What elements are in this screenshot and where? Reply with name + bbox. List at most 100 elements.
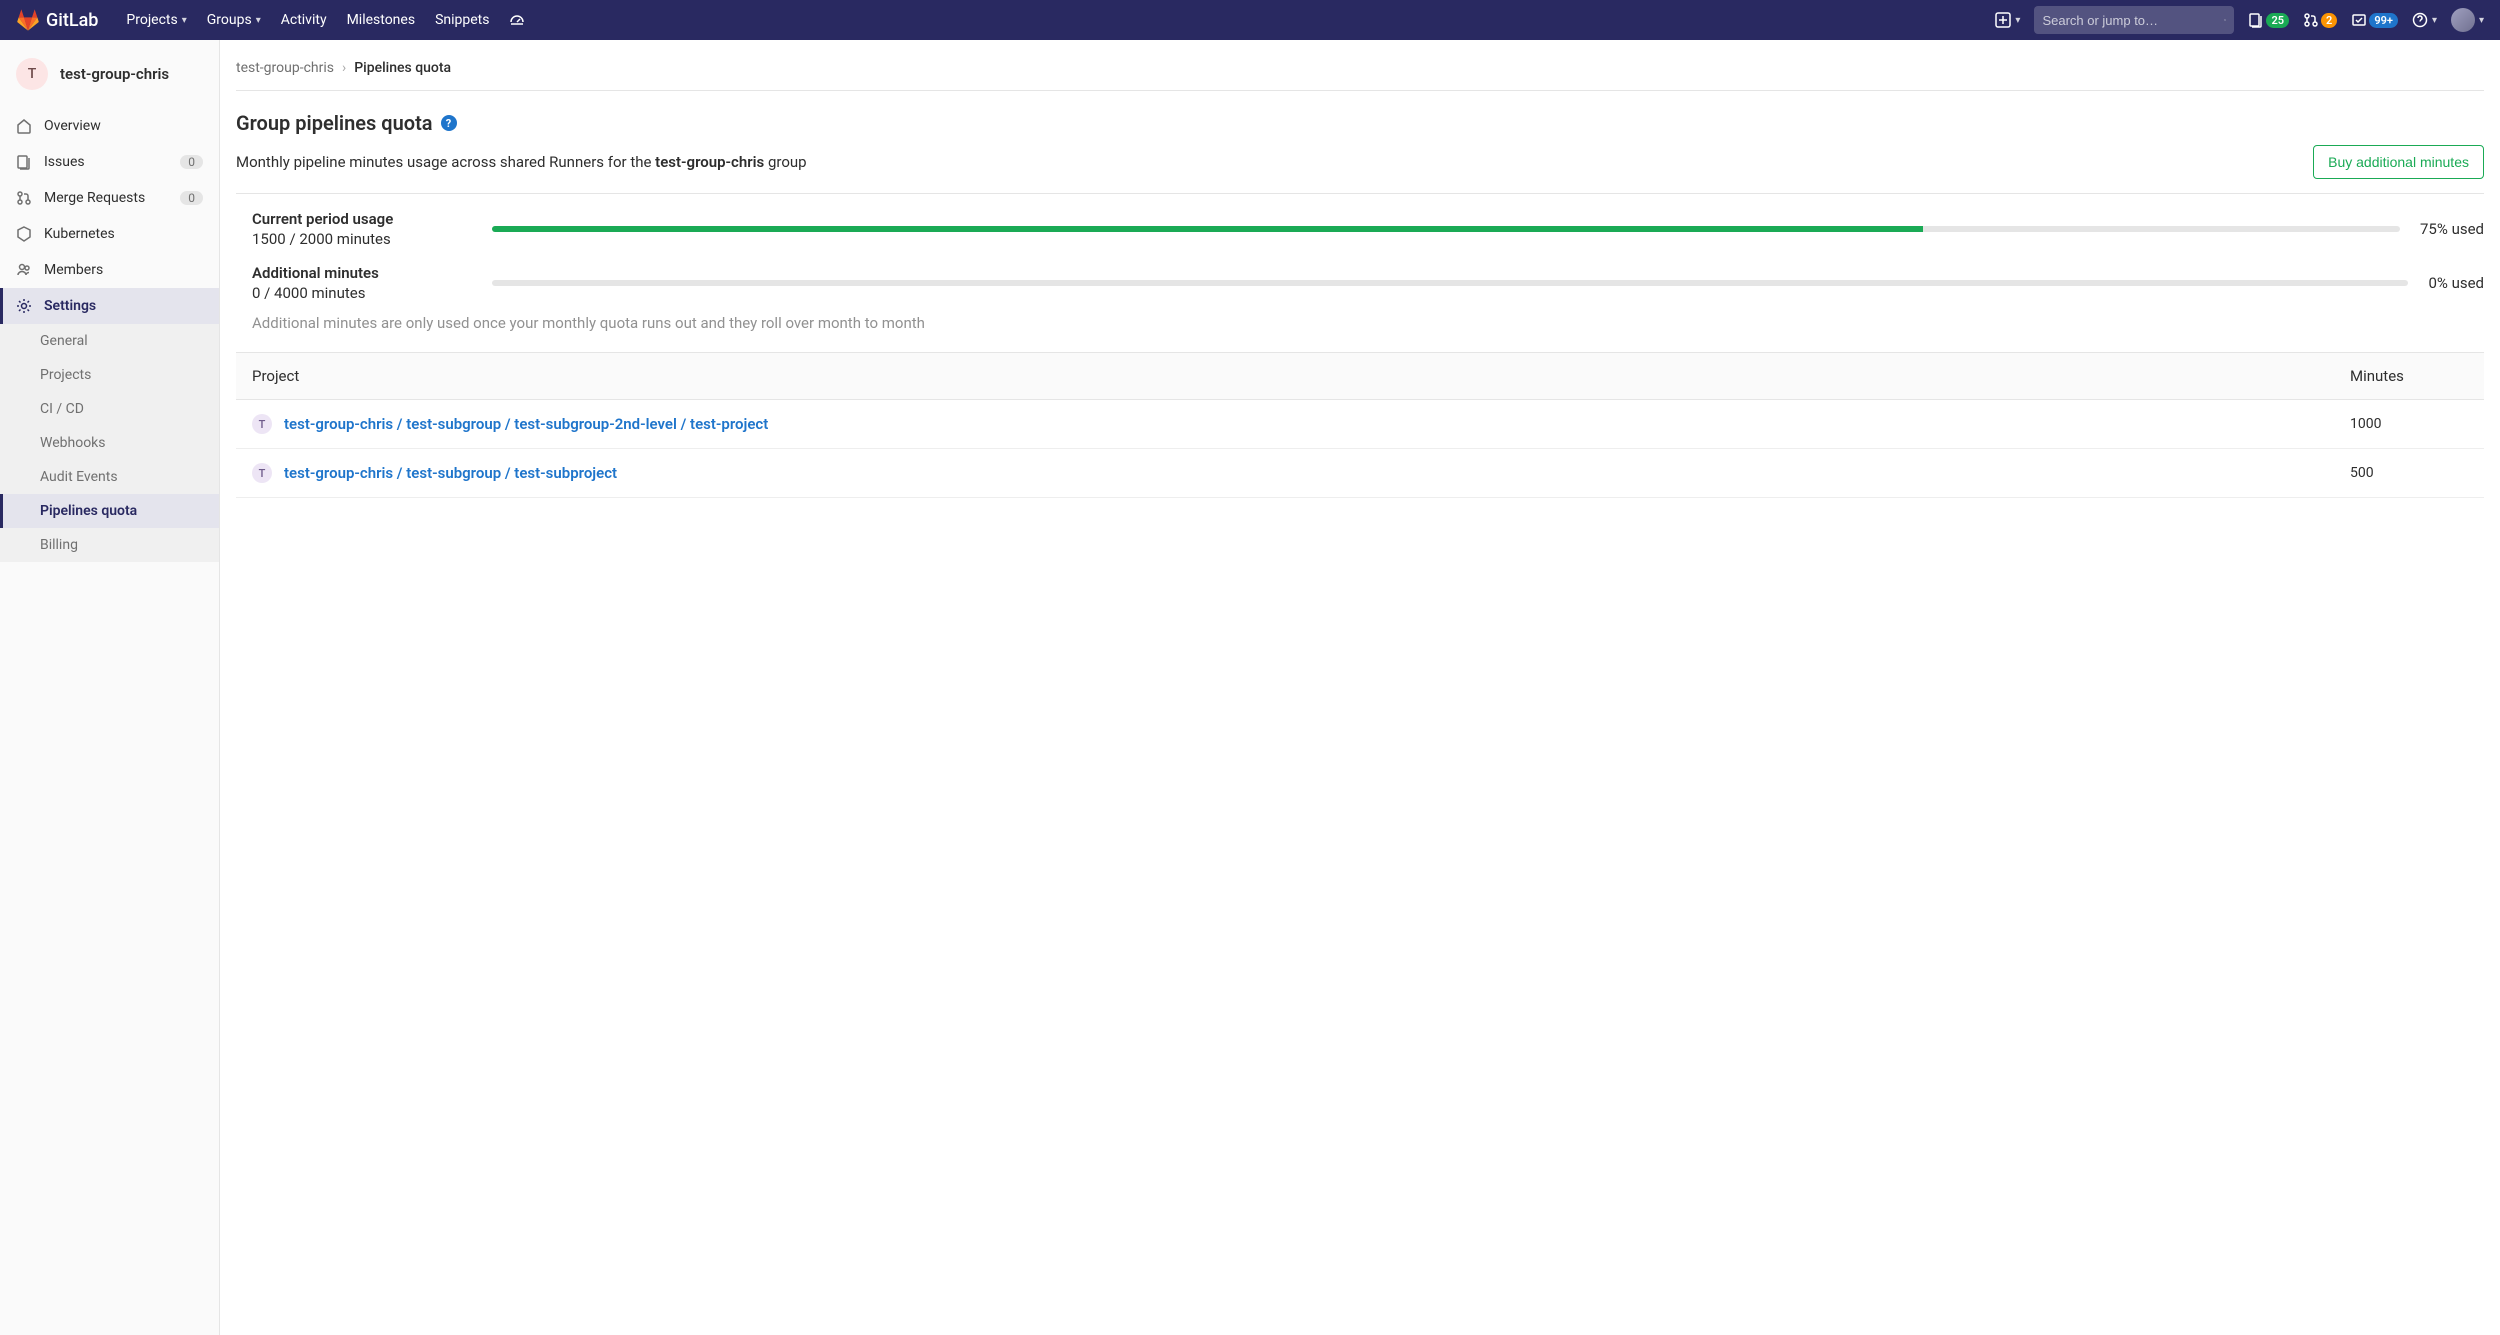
page-subhead: Monthly pipeline minutes usage across sh…	[236, 145, 2484, 179]
user-menu[interactable]: ▾	[2451, 8, 2484, 32]
breadcrumb-group[interactable]: test-group-chris	[236, 60, 334, 76]
additional-usage-bar	[492, 280, 2408, 286]
col-minutes: Minutes	[2334, 353, 2484, 400]
chevron-down-icon: ▾	[2479, 15, 2484, 26]
current-usage-block: Current period usage 1500 / 2000 minutes…	[236, 210, 2484, 248]
sidebar-item-settings[interactable]: Settings	[0, 288, 219, 324]
project-minutes: 500	[2334, 449, 2484, 498]
mr-count: 0	[180, 191, 203, 205]
sidebar-item-members[interactable]: Members	[0, 252, 219, 288]
help-icon[interactable]: ?	[441, 115, 457, 131]
page-description: Monthly pipeline minutes usage across sh…	[236, 153, 807, 171]
divider	[236, 193, 2484, 194]
project-avatar: T	[252, 463, 272, 483]
project-minutes: 1000	[2334, 400, 2484, 449]
sidebar-item-overview[interactable]: Overview	[0, 108, 219, 144]
sidebar: T test-group-chris Overview Issues 0 Mer…	[0, 40, 220, 1335]
chevron-down-icon: ▾	[2432, 15, 2437, 26]
current-usage-bar-fill	[492, 226, 1923, 232]
sidebar-item-label: Merge Requests	[44, 190, 145, 206]
current-usage-bar	[492, 226, 2400, 232]
current-usage-value: 1500 / 2000 minutes	[252, 230, 452, 248]
brand-text: GitLab	[46, 10, 98, 31]
issues-count-badge: 25	[2266, 13, 2289, 28]
additional-usage-value: 0 / 4000 minutes	[252, 284, 452, 302]
gitlab-logo[interactable]: GitLab	[16, 8, 98, 32]
nav-activity[interactable]: Activity	[271, 0, 337, 40]
tanuki-icon	[16, 8, 40, 32]
group-avatar: T	[16, 58, 48, 90]
gauge-icon	[509, 12, 525, 28]
sidebar-item-kubernetes[interactable]: Kubernetes	[0, 216, 219, 252]
sidebar-sub-projects[interactable]: Projects	[0, 358, 219, 392]
issues-icon	[16, 154, 32, 170]
nav-right: ▾ 25 2 99+ ▾ ▾	[1995, 6, 2484, 34]
kubernetes-icon	[16, 226, 32, 242]
sidebar-item-label: Settings	[44, 298, 96, 314]
current-usage-pct: 75% used	[2420, 220, 2484, 238]
todo-icon	[2351, 12, 2367, 28]
new-dropdown[interactable]: ▾	[1995, 12, 2020, 28]
search-input[interactable]	[2042, 13, 2218, 28]
sidebar-item-label: Members	[44, 262, 103, 278]
merge-request-icon	[2303, 12, 2319, 28]
table-row: Ttest-group-chris / test-subgroup / test…	[236, 449, 2484, 498]
question-circle-icon	[2412, 12, 2428, 28]
nav-issues-badge[interactable]: 25	[2248, 12, 2289, 28]
nav-help[interactable]: ▾	[2412, 12, 2437, 28]
sidebar-item-merge-requests[interactable]: Merge Requests 0	[0, 180, 219, 216]
chevron-down-icon: ▾	[182, 15, 187, 26]
merge-request-icon	[16, 190, 32, 206]
main-content: test-group-chris › Pipelines quota Group…	[220, 40, 2500, 1335]
page-title: Group pipelines quota ?	[236, 111, 2484, 135]
buy-minutes-button[interactable]: Buy additional minutes	[2313, 145, 2484, 179]
project-avatar: T	[252, 414, 272, 434]
members-icon	[16, 262, 32, 278]
nav-milestones[interactable]: Milestones	[337, 0, 426, 40]
table-row: Ttest-group-chris / test-subgroup / test…	[236, 400, 2484, 449]
nav-operations[interactable]	[499, 0, 535, 40]
top-navbar: GitLab Projects▾ Groups▾ Activity Milest…	[0, 0, 2500, 40]
nav-todos-badge[interactable]: 99+	[2351, 12, 2398, 28]
user-avatar	[2451, 8, 2475, 32]
chevron-right-icon: ›	[342, 60, 346, 76]
projects-table: Project Minutes Ttest-group-chris / test…	[236, 352, 2484, 498]
nav-groups[interactable]: Groups▾	[197, 0, 271, 40]
issues-icon	[2248, 12, 2264, 28]
todo-count-badge: 99+	[2369, 13, 2398, 28]
sidebar-item-label: Kubernetes	[44, 226, 115, 242]
sidebar-sub-general[interactable]: General	[0, 324, 219, 358]
divider	[236, 90, 2484, 91]
current-usage-label: Current period usage	[252, 210, 452, 228]
sidebar-item-label: Overview	[44, 118, 101, 134]
mr-count-badge: 2	[2321, 13, 2337, 28]
global-search[interactable]	[2034, 6, 2234, 34]
breadcrumb-current: Pipelines quota	[354, 60, 451, 76]
breadcrumb: test-group-chris › Pipelines quota	[236, 56, 2484, 90]
issues-count: 0	[180, 155, 203, 169]
sidebar-group-header[interactable]: T test-group-chris	[0, 50, 219, 108]
chevron-down-icon: ▾	[2015, 15, 2020, 26]
nav-projects[interactable]: Projects▾	[116, 0, 196, 40]
additional-usage-pct: 0% used	[2428, 274, 2484, 292]
sidebar-sub-webhooks[interactable]: Webhooks	[0, 426, 219, 460]
additional-usage-note: Additional minutes are only used once yo…	[236, 314, 2484, 332]
col-project: Project	[236, 353, 2334, 400]
sidebar-sub-audit[interactable]: Audit Events	[0, 460, 219, 494]
nav-mr-badge[interactable]: 2	[2303, 12, 2337, 28]
home-icon	[16, 118, 32, 134]
sidebar-sub-cicd[interactable]: CI / CD	[0, 392, 219, 426]
project-link[interactable]: test-group-chris / test-subgroup / test-…	[284, 415, 768, 433]
sidebar-item-issues[interactable]: Issues 0	[0, 144, 219, 180]
group-name: test-group-chris	[60, 65, 169, 83]
sidebar-sub-pipelines-quota[interactable]: Pipelines quota	[0, 494, 219, 528]
sidebar-sub-billing[interactable]: Billing	[0, 528, 219, 562]
project-link[interactable]: test-group-chris / test-subgroup / test-…	[284, 464, 617, 482]
primary-nav: Projects▾ Groups▾ Activity Milestones Sn…	[116, 0, 535, 40]
additional-usage-block: Additional minutes 0 / 4000 minutes 0% u…	[236, 264, 2484, 302]
gear-icon	[16, 298, 32, 314]
additional-usage-label: Additional minutes	[252, 264, 452, 282]
plus-square-icon	[1995, 12, 2011, 28]
nav-snippets[interactable]: Snippets	[425, 0, 499, 40]
sidebar-item-label: Issues	[44, 154, 85, 170]
